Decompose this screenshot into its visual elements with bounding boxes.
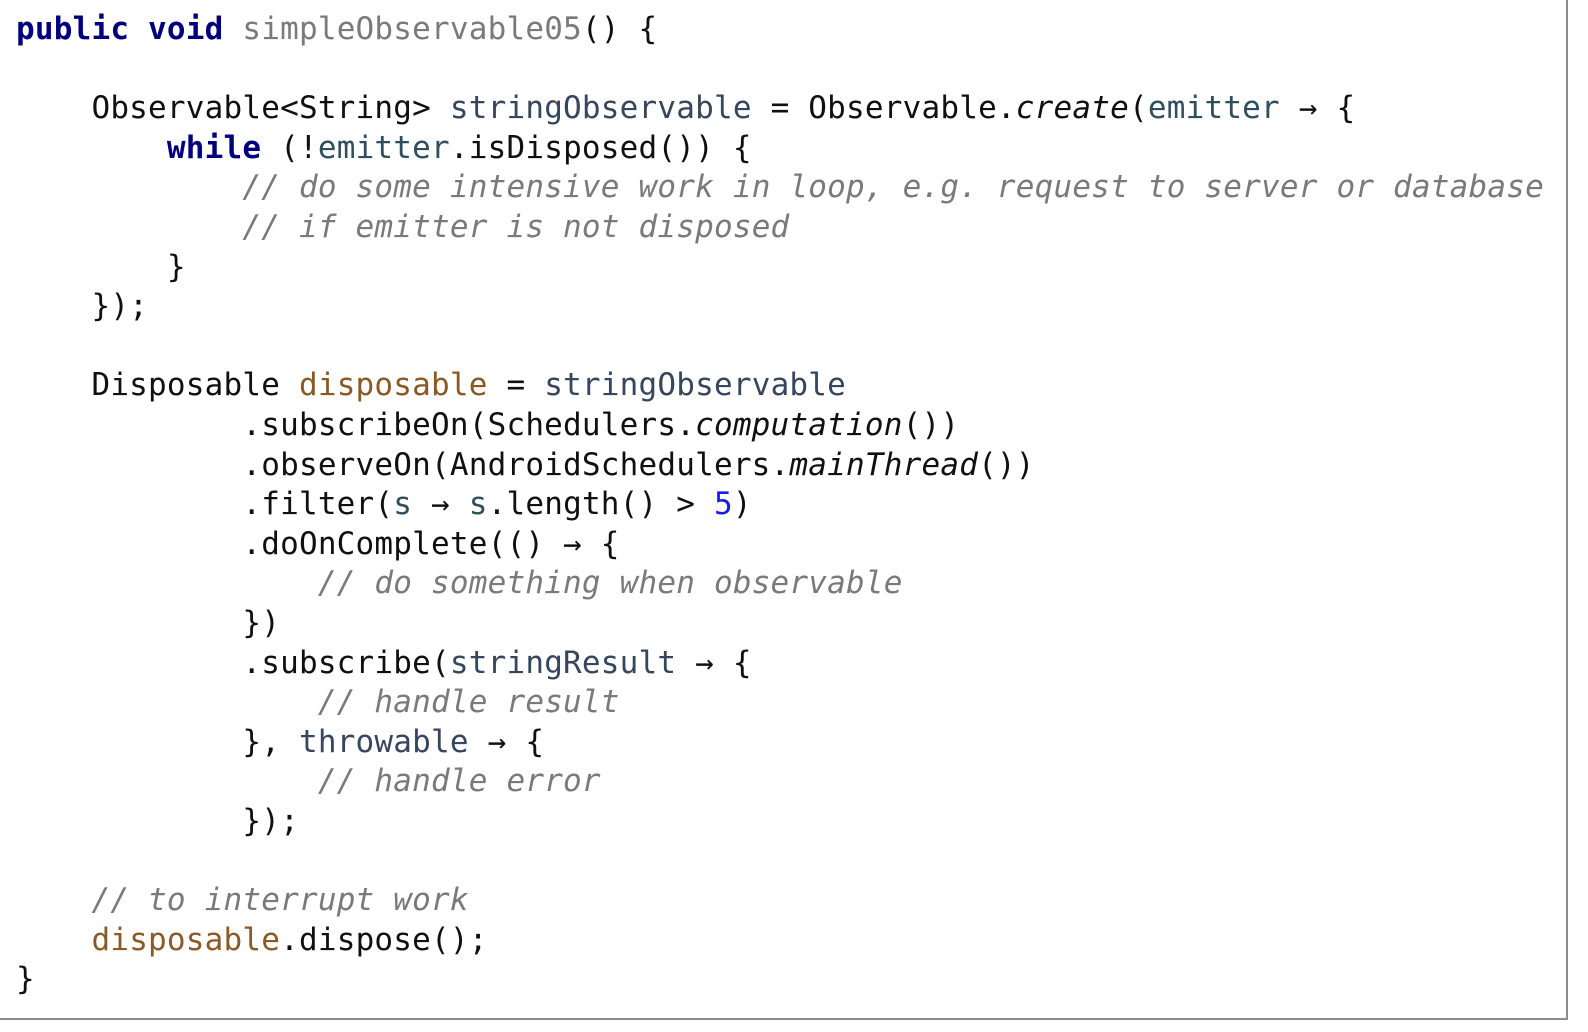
code-token: → {: [469, 724, 544, 760]
code-token: [16, 684, 318, 720]
code-token: [16, 922, 91, 958]
code-token: → {: [1280, 90, 1355, 126]
code-keyword: public void: [16, 11, 242, 47]
code-token: s: [393, 486, 412, 522]
code-token: .subscribe(: [16, 645, 450, 681]
code-line: });: [16, 287, 1544, 327]
code-token: });: [16, 288, 148, 324]
code-line: while (!emitter.isDisposed()) {: [16, 129, 1544, 169]
code-comment: // to interrupt work: [91, 882, 468, 918]
code-token: 5: [714, 486, 733, 522]
code-line: .observeOn(AndroidSchedulers.mainThread(…: [16, 446, 1544, 486]
code-token: [16, 169, 242, 205]
code-token: simpleObservable05: [242, 11, 582, 47]
code-token: Observable<String>: [16, 90, 450, 126]
code-token: }): [16, 605, 280, 641]
code-line: // do something when observable: [16, 564, 1544, 604]
code-token: ()): [978, 447, 1035, 483]
code-token: create: [1016, 90, 1129, 126]
code-token: stringResult: [450, 645, 676, 681]
code-token: stringObservable: [450, 90, 752, 126]
code-comment: // do something when observable: [318, 565, 903, 601]
code-token: Disposable: [16, 367, 299, 403]
code-token: s: [469, 486, 488, 522]
code-line: }, throwable → {: [16, 723, 1544, 763]
code-comment: // do some intensive work in loop, e.g. …: [242, 169, 1544, 205]
code-line: .doOnComplete(() → {: [16, 525, 1544, 565]
code-token: disposable: [91, 922, 280, 958]
code-token: .subscribeOn(Schedulers.: [16, 407, 695, 443]
code-token: =: [488, 367, 545, 403]
code-token: ): [733, 486, 752, 522]
code-token: [16, 565, 318, 601]
code-line: });: [16, 802, 1544, 842]
code-comment: // handle error: [318, 763, 601, 799]
code-token: .doOnComplete(() → {: [16, 526, 620, 562]
code-line: .filter(s → s.length() > 5): [16, 485, 1544, 525]
code-token: throwable: [299, 724, 469, 760]
code-token: stringObservable: [544, 367, 846, 403]
code-line: [16, 50, 1544, 90]
code-line: disposable.dispose();: [16, 921, 1544, 961]
code-token: .filter(: [16, 486, 393, 522]
code-line: }): [16, 604, 1544, 644]
code-token: →: [412, 486, 469, 522]
code-token: [16, 130, 167, 166]
code-line: // handle result: [16, 683, 1544, 723]
code-token: [16, 209, 242, 245]
code-token: }: [16, 249, 186, 285]
code-line: .subscribe(stringResult → {: [16, 644, 1544, 684]
code-line: }: [16, 960, 1544, 1000]
code-line: .subscribeOn(Schedulers.computation()): [16, 406, 1544, 446]
code-line: Observable<String> stringObservable = Ob…: [16, 89, 1544, 129]
code-token: → {: [676, 645, 751, 681]
code-editor[interactable]: public void simpleObservable05() { Obser…: [0, 0, 1568, 1020]
code-token: mainThread: [789, 447, 978, 483]
code-token: [16, 763, 318, 799]
code-token: ()): [903, 407, 960, 443]
code-token: });: [16, 803, 299, 839]
code-line: }: [16, 248, 1544, 288]
code-token: = Observable.: [752, 90, 1016, 126]
code-token: .isDisposed()) {: [450, 130, 752, 166]
code-line: // to interrupt work: [16, 881, 1544, 921]
code-token: () {: [582, 11, 657, 47]
code-line: // if emitter is not disposed: [16, 208, 1544, 248]
code-line: Disposable disposable = stringObservable: [16, 366, 1544, 406]
code-token: (!: [261, 130, 318, 166]
code-line: [16, 327, 1544, 367]
code-keyword: while: [167, 130, 261, 166]
code-token: (: [1129, 90, 1148, 126]
code-token: emitter: [318, 130, 450, 166]
code-line: [16, 841, 1544, 881]
code-comment: // if emitter is not disposed: [242, 209, 789, 245]
code-block[interactable]: public void simpleObservable05() { Obser…: [16, 10, 1544, 1000]
code-line: // handle error: [16, 762, 1544, 802]
code-line: public void simpleObservable05() {: [16, 10, 1544, 50]
code-token: computation: [695, 407, 903, 443]
code-token: .length() >: [488, 486, 714, 522]
code-token: [16, 882, 91, 918]
code-token: }: [16, 961, 35, 997]
code-token: .observeOn(AndroidSchedulers.: [16, 447, 789, 483]
code-line: // do some intensive work in loop, e.g. …: [16, 168, 1544, 208]
code-token: disposable: [299, 367, 488, 403]
code-comment: // handle result: [318, 684, 620, 720]
code-token: },: [16, 724, 299, 760]
code-token: .dispose();: [280, 922, 488, 958]
code-token: emitter: [1148, 90, 1280, 126]
